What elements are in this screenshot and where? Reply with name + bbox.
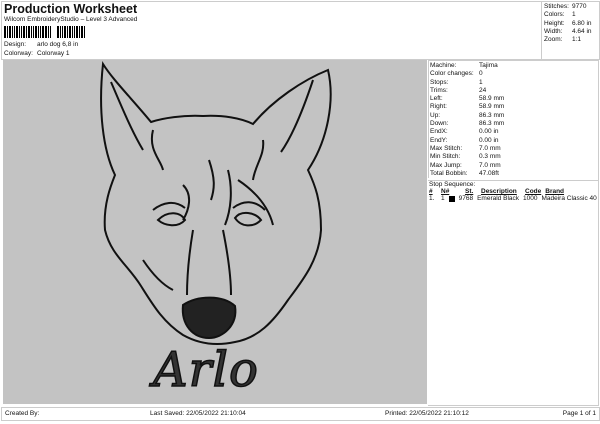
info-row: Min Stitch: 0.3 mm [429, 153, 598, 161]
stats-panel: Stitches: 9770 Colors: 1 Height: 6.80 in Width… [541, 1, 600, 60]
stats-value: 6.80 in [572, 19, 592, 27]
info-row: Max Jump: 7.0 mm [429, 162, 598, 170]
col-brand: Brand [545, 188, 565, 196]
stats-value: 4.64 in [572, 27, 592, 35]
barcode [4, 26, 124, 38]
info-value: 24 [479, 86, 487, 94]
info-row: Right: 58.9 mm [429, 103, 598, 111]
info-value: 7.0 mm [479, 144, 501, 152]
row-code: 1000 [523, 195, 538, 203]
info-value: 1 [479, 78, 483, 86]
info-value: 47.08ft [479, 169, 499, 177]
info-value: 0 [479, 70, 483, 78]
footer: Created By: Last Saved: 22/05/2022 21:10… [1, 407, 600, 421]
info-value: 7.0 mm [479, 161, 501, 169]
info-label: Trims: [430, 86, 448, 94]
stats-value: 1 [572, 11, 576, 19]
stats-label: Zoom: [544, 36, 563, 44]
stats-row: Stitches: 9770 [544, 3, 599, 11]
col-st: St. [465, 188, 474, 196]
stats-label: Width: [544, 27, 563, 35]
last-saved: Last Saved: 22/05/2022 21:10:04 [150, 410, 246, 417]
info-value: 0.00 in [479, 136, 499, 144]
row-num: 1. [429, 195, 435, 203]
info-value: 0.3 mm [479, 153, 501, 161]
info-row: Color changes: 0 [429, 70, 598, 78]
stats-row: Width: 4.64 in [544, 28, 599, 36]
page-number: Page 1 of 1 [562, 410, 596, 417]
stats-value: 9770 [572, 3, 587, 10]
info-label: Up: [430, 111, 441, 119]
info-label: EndX: [430, 128, 448, 136]
info-row: Down: 86.3 mm [429, 120, 598, 128]
info-value: Tajima [479, 62, 498, 69]
info-value: 58.9 mm [479, 95, 505, 103]
col-n: N# [441, 188, 450, 196]
info-row: Max Stitch: 7.0 mm [429, 145, 598, 153]
info-label: EndY: [430, 136, 448, 144]
stats-row: Zoom: 1:1 [544, 36, 599, 44]
info-label: Min Stitch: [430, 153, 461, 161]
info-value: 58.9 mm [479, 103, 505, 111]
stop-sequence-row: 1. 1 9768 Emerald Black 1000 Madeira Cla… [428, 195, 598, 202]
created-by: Created By: [5, 410, 40, 417]
stats-row: Height: 6.80 in [544, 20, 599, 28]
info-row: Stops: 1 [429, 79, 598, 87]
info-label: Max Stitch: [430, 144, 463, 152]
machine-info-panel: Machine: Tajima Color changes: 0 Stops: 1 Trim… [428, 60, 599, 406]
stats-label: Stitches: [544, 3, 569, 10]
info-value: 86.3 mm [479, 120, 505, 128]
info-label: Right: [430, 103, 447, 111]
info-label: Stops: [430, 78, 449, 86]
design-preview: Arlo [3, 60, 427, 404]
col-description: Description [481, 188, 517, 196]
info-label: Left: [430, 95, 443, 103]
row-brand: Madeira Classic 40 [541, 195, 597, 203]
info-row: EndX: 0.00 in [429, 128, 598, 136]
info-row: Up: 86.3 mm [429, 112, 598, 120]
design-label: Design: [4, 41, 27, 48]
info-value: 86.3 mm [479, 111, 505, 119]
colorway-label: Colorway: [4, 50, 33, 57]
col-num: # [429, 188, 433, 196]
design-text: Arlo [152, 341, 259, 399]
stats-row: Colors: 1 [544, 11, 599, 19]
page-title: Production Worksheet [4, 2, 138, 16]
row-st: 9768 [458, 195, 474, 203]
col-code: Code [525, 188, 542, 196]
row-n: 1 [441, 195, 445, 203]
info-row: Left: 58.9 mm [429, 95, 598, 103]
software-name: Wilcom EmbroideryStudio – Level 3 Advanc… [4, 16, 138, 23]
info-label: Max Jump: [430, 161, 462, 169]
stop-sequence-header: # N# St. Description Code Brand [428, 188, 598, 195]
info-row: Trims: 24 [429, 87, 598, 95]
colorway-value: Colorway 1 [37, 50, 70, 57]
color-swatch [448, 195, 455, 202]
info-label: Total Bobbin: [430, 169, 468, 177]
info-label: Down: [430, 120, 449, 128]
info-value: 0.00 in [479, 128, 499, 136]
info-row: Machine: Tajima [429, 62, 598, 70]
stats-label: Height: [544, 19, 565, 27]
info-label: Color changes: [430, 70, 474, 78]
info-label: Machine: [430, 62, 457, 69]
stats-value: 1:1 [572, 36, 582, 44]
printed-date: Printed: 22/05/2022 21:10:12 [385, 410, 469, 417]
stop-sequence-label: Stop Sequence: [428, 180, 598, 188]
design-value: arlo dog 6,8 in [37, 41, 79, 48]
row-description: Emerald Black [477, 195, 519, 203]
stats-label: Colors: [544, 11, 565, 19]
info-row: EndY: 0.00 in [429, 137, 598, 145]
info-row: Total Bobbin: 47.08ft [429, 170, 598, 178]
